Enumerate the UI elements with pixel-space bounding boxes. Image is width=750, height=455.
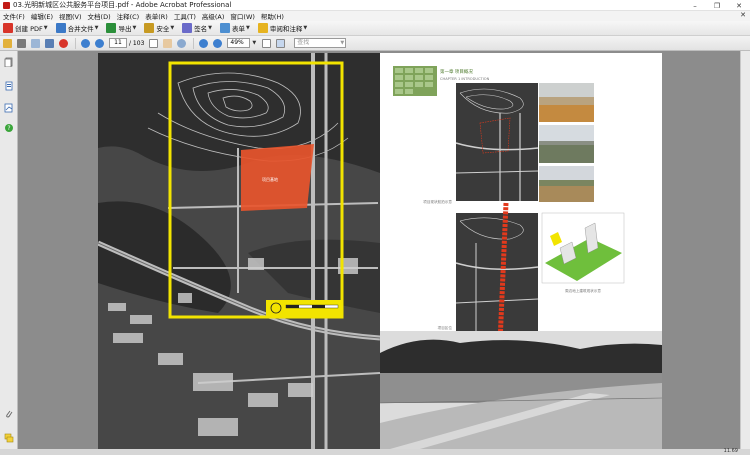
page-size-readout: 11.69 bbox=[723, 448, 738, 454]
aerial-map-image: 项目基地 bbox=[98, 53, 380, 449]
next-page-icon[interactable] bbox=[95, 38, 104, 48]
menu-file[interactable]: 文件(F) bbox=[3, 11, 25, 21]
menu-bar: 文件(F) 编辑(E) 视图(V) 文档(D) 注释(C) 表单(R) 工具(T… bbox=[0, 11, 750, 21]
chevron-down-icon: ▼ bbox=[43, 25, 48, 31]
aerial-site-photo bbox=[455, 83, 539, 201]
acrobat-app-icon bbox=[3, 1, 10, 9]
site-photo-2 bbox=[539, 125, 594, 163]
pdf-page-left: 项目基地 bbox=[98, 53, 380, 449]
chevron-down-icon: ▼ bbox=[208, 25, 213, 31]
attachments-icon[interactable] bbox=[4, 409, 14, 419]
chevron-down-icon: ▼ bbox=[170, 25, 175, 31]
menu-window[interactable]: 窗口(W) bbox=[230, 11, 255, 21]
toolbar-separator bbox=[75, 37, 76, 49]
menu-tools[interactable]: 工具(T) bbox=[174, 11, 196, 21]
close-button[interactable]: ✕ bbox=[728, 0, 750, 11]
signatures-icon[interactable] bbox=[4, 103, 14, 113]
previous-page-icon[interactable] bbox=[81, 38, 90, 48]
chevron-down-icon: ▼ bbox=[94, 25, 99, 31]
email-icon[interactable] bbox=[31, 38, 40, 48]
comments-icon[interactable] bbox=[4, 433, 14, 443]
save-icon[interactable] bbox=[45, 38, 54, 48]
chevron-down-icon: ▼ bbox=[132, 25, 137, 31]
fit-page-icon[interactable] bbox=[262, 38, 272, 48]
create-pdf-icon bbox=[3, 23, 13, 33]
menu-help[interactable]: 帮助(H) bbox=[261, 11, 284, 21]
export-icon bbox=[106, 23, 117, 33]
bookmarks-icon[interactable] bbox=[4, 81, 14, 91]
print-icon[interactable] bbox=[17, 38, 26, 48]
chapter-logo-icon bbox=[393, 66, 437, 96]
review-comment-icon bbox=[257, 23, 268, 33]
site-photo-3 bbox=[539, 166, 594, 202]
pdf-page-right: 第一章 项目概况 CHAPTER 1 INTRODUCTION 项目现状航拍示意 bbox=[380, 53, 662, 449]
chevron-down-icon: ▼ bbox=[340, 40, 345, 46]
page-number-input[interactable]: 11 bbox=[109, 38, 127, 48]
chevron-down-icon: ▼ bbox=[246, 25, 250, 31]
zoom-tool-icon[interactable] bbox=[177, 38, 187, 48]
toolbar-separator bbox=[193, 37, 195, 49]
zoom-level-input[interactable]: 49% bbox=[227, 38, 251, 48]
window-title: 03.光明新城区公共服务平台项目.pdf - Adobe Acrobat Pro… bbox=[13, 1, 232, 9]
location-caption: 项目区位 bbox=[438, 325, 453, 330]
open-folder-icon[interactable] bbox=[3, 38, 12, 48]
sign-pen-icon bbox=[182, 23, 193, 33]
navigation-panel: ? bbox=[0, 51, 18, 449]
chapter-subtitle: CHAPTER 1 INTRODUCTION bbox=[440, 77, 490, 81]
3d-diagram bbox=[541, 212, 625, 284]
svg-text:?: ? bbox=[7, 125, 10, 132]
title-bar: 03.光明新城区公共服务平台项目.pdf - Adobe Acrobat Pro… bbox=[0, 0, 750, 11]
menu-document[interactable]: 文档(D) bbox=[88, 11, 111, 21]
menu-forms[interactable]: 表单(R) bbox=[145, 11, 168, 21]
form-icon bbox=[220, 23, 231, 33]
chapter-page-graphic: 第一章 项目概况 CHAPTER 1 INTRODUCTION 项目现状航拍示意 bbox=[380, 53, 662, 449]
how-to-icon[interactable]: ? bbox=[4, 123, 14, 133]
menu-view[interactable]: 视图(V) bbox=[59, 11, 82, 21]
sign-button[interactable]: 签名 ▼ bbox=[182, 23, 212, 33]
menu-advanced[interactable]: 高级(A) bbox=[202, 11, 225, 21]
document-viewer[interactable]: 项目基地 第一章 项目概况 CHAPTER 1 INTRODUCTION 项目现… bbox=[18, 51, 750, 449]
page-total: / 103 bbox=[129, 39, 145, 47]
site-label: 项目基地 bbox=[262, 176, 278, 182]
create-pdf-button[interactable]: 创建 PDF ▼ bbox=[3, 23, 48, 33]
window-controls: – ❐ ✕ bbox=[684, 0, 750, 11]
review-comment-button[interactable]: 审阅和注释 ▼ bbox=[257, 23, 308, 33]
minimize-button[interactable]: – bbox=[684, 0, 706, 11]
search-input[interactable]: 查找 ▼ bbox=[294, 38, 347, 48]
export-button[interactable]: 导出 ▼ bbox=[106, 23, 136, 33]
combine-files-button[interactable]: 合并文件 ▼ bbox=[55, 23, 99, 33]
stop-icon[interactable] bbox=[59, 38, 68, 48]
menu-edit[interactable]: 编辑(E) bbox=[31, 11, 53, 21]
vertical-scrollbar[interactable] bbox=[740, 51, 750, 449]
forms-button[interactable]: 表单 ▼ bbox=[220, 23, 250, 33]
chevron-down-icon: ▼ bbox=[303, 25, 308, 31]
menu-comments[interactable]: 注释(C) bbox=[117, 11, 140, 21]
restore-button[interactable]: ❐ bbox=[706, 0, 728, 11]
location-map bbox=[455, 202, 539, 344]
site-photo-1 bbox=[539, 83, 594, 122]
secure-button[interactable]: 安全 ▼ bbox=[144, 23, 174, 33]
select-cursor-icon[interactable] bbox=[149, 38, 159, 48]
combine-files-icon bbox=[55, 23, 66, 33]
hand-tool-icon[interactable] bbox=[163, 38, 173, 48]
lock-icon bbox=[144, 23, 155, 33]
navigation-toolbar: 11 / 103 49% ▼ 查找 ▼ bbox=[0, 36, 750, 51]
panoramic-site-photo bbox=[380, 331, 662, 449]
3d-caption: 周边地上建筑现状示意 bbox=[565, 288, 601, 293]
zoom-in-icon[interactable] bbox=[213, 38, 223, 48]
tasks-toolbar: 创建 PDF ▼ 合并文件 ▼ 导出 ▼ 安全 ▼ 签名 ▼ 表单 ▼ 审阅和注释 ▼ bbox=[0, 21, 750, 36]
pages-icon[interactable] bbox=[4, 57, 14, 67]
chapter-title: 第一章 项目概况 bbox=[440, 68, 473, 75]
status-bar: 11.69 bbox=[0, 448, 750, 455]
zoom-out-icon[interactable] bbox=[199, 38, 209, 48]
document-close-button[interactable]: ✕ bbox=[740, 11, 746, 19]
fit-width-icon[interactable] bbox=[276, 38, 286, 48]
zoom-dropdown-icon[interactable]: ▼ bbox=[252, 40, 256, 46]
aerial-caption: 项目现状航拍示意 bbox=[423, 199, 452, 204]
